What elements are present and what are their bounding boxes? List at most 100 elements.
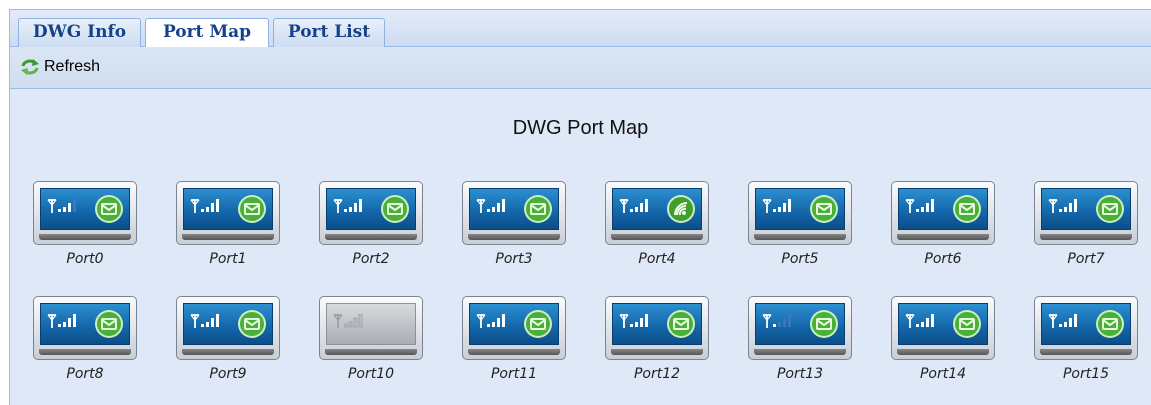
port-panel [755, 303, 845, 345]
sms-status-icon [381, 195, 409, 223]
port-tile[interactable]: Port10 [319, 296, 423, 388]
antenna-icon [1048, 199, 1058, 213]
antenna-icon [1048, 314, 1058, 328]
antenna-icon [905, 199, 915, 213]
sms-status-icon [1096, 195, 1124, 223]
port-tile[interactable]: Port14 [891, 296, 995, 388]
port-tile[interactable]: Port7 [1034, 181, 1138, 273]
port-panel [612, 188, 702, 230]
antenna-icon [190, 199, 200, 213]
port-device [176, 181, 280, 245]
signal-icon [630, 314, 648, 327]
port-device [1034, 296, 1138, 360]
signal-icon [1059, 314, 1077, 327]
refresh-label: Refresh [44, 58, 101, 75]
port-label: Port8 [66, 366, 104, 382]
port-tile[interactable]: Port12 [605, 296, 709, 388]
port-panel [40, 188, 130, 230]
port-device [891, 181, 995, 245]
port-base [39, 349, 131, 355]
port-base [897, 234, 989, 240]
port-device [891, 296, 995, 360]
antenna-icon [619, 199, 629, 213]
port-panel [326, 188, 416, 230]
antenna-icon [47, 199, 57, 213]
port-device [462, 296, 566, 360]
refresh-icon [21, 59, 39, 75]
port-panel [755, 188, 845, 230]
sms-status-icon [238, 310, 266, 338]
tab-panel: DWG Info Port Map Port List Refresh DWG … [9, 9, 1151, 405]
port-panel [40, 303, 130, 345]
port-device [748, 181, 852, 245]
call-status-icon [667, 195, 695, 223]
port-base [325, 234, 417, 240]
signal-icon [58, 199, 76, 212]
tab-port-map[interactable]: Port Map [145, 18, 269, 48]
antenna-icon [333, 199, 343, 213]
port-tile[interactable]: Port11 [462, 296, 566, 388]
port-device [1034, 181, 1138, 245]
port-panel [183, 303, 273, 345]
port-device [748, 296, 852, 360]
signal-icon [773, 199, 791, 212]
signal-icon [916, 314, 934, 327]
sms-status-icon [810, 195, 838, 223]
signal-icon [487, 314, 505, 327]
port-tile[interactable]: Port5 [748, 181, 852, 273]
port-device [319, 181, 423, 245]
signal-icon [344, 199, 362, 212]
port-label: Port3 [495, 251, 533, 267]
port-tile[interactable]: Port6 [891, 181, 995, 273]
port-label: Port7 [1067, 251, 1105, 267]
sms-status-icon [95, 310, 123, 338]
sms-status-icon [667, 310, 695, 338]
tab-strip: DWG Info Port Map Port List [10, 10, 1151, 48]
port-tile[interactable]: Port4 [605, 181, 709, 273]
port-tile[interactable]: Port1 [176, 181, 280, 273]
signal-icon [630, 199, 648, 212]
port-tile[interactable]: Port2 [319, 181, 423, 273]
antenna-icon [190, 314, 200, 328]
refresh-button[interactable]: Refresh [16, 55, 104, 79]
port-label: Port13 [776, 366, 824, 382]
port-tile[interactable]: Port0 [33, 181, 137, 273]
sms-status-icon [953, 195, 981, 223]
port-tile[interactable]: Port8 [33, 296, 137, 388]
sms-status-icon [953, 310, 981, 338]
sms-status-icon [524, 195, 552, 223]
sms-status-icon [238, 195, 266, 223]
signal-icon [201, 199, 219, 212]
signal-icon [201, 314, 219, 327]
port-tile[interactable]: Port15 [1034, 296, 1138, 388]
antenna-icon [47, 314, 57, 328]
port-map-area: DWG Port Map Port0 Port1 Port2 Port3 Por… [10, 89, 1151, 405]
port-label: Port15 [1062, 366, 1110, 382]
port-label: Port0 [66, 251, 104, 267]
port-device [605, 181, 709, 245]
port-base [468, 234, 560, 240]
port-base [611, 349, 703, 355]
signal-icon [916, 199, 934, 212]
port-tile[interactable]: Port13 [748, 296, 852, 388]
port-base [1040, 349, 1132, 355]
port-panel [183, 188, 273, 230]
port-device [33, 181, 137, 245]
sms-status-icon [95, 195, 123, 223]
port-device [462, 181, 566, 245]
tab-port-list[interactable]: Port List [273, 18, 385, 47]
port-tile[interactable]: Port9 [176, 296, 280, 388]
tab-dwg-info[interactable]: DWG Info [18, 18, 141, 47]
port-label: Port2 [352, 251, 390, 267]
port-label: Port11 [490, 366, 538, 382]
antenna-icon [905, 314, 915, 328]
port-device [605, 296, 709, 360]
port-device [319, 296, 423, 360]
antenna-icon [476, 199, 486, 213]
port-base [468, 349, 560, 355]
port-tile[interactable]: Port3 [462, 181, 566, 273]
port-panel [469, 303, 559, 345]
page-title: DWG Port Map [512, 117, 649, 139]
signal-icon [344, 314, 363, 328]
port-label: Port6 [924, 251, 962, 267]
